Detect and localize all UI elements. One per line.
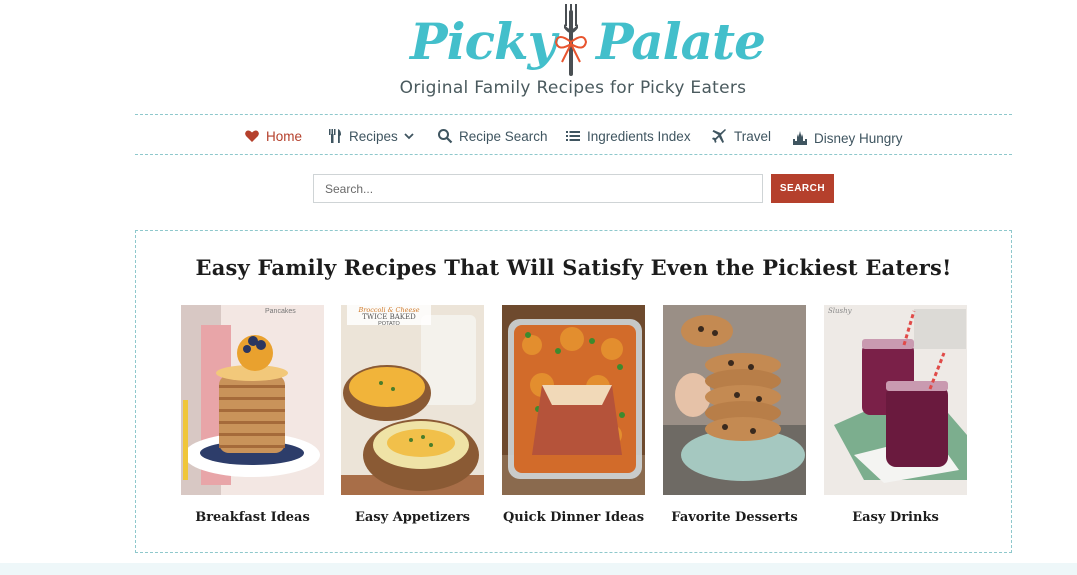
castle-icon xyxy=(793,131,807,145)
search-icon xyxy=(438,129,453,144)
heart-icon xyxy=(245,130,259,142)
nav-item-label: Disney Hungry xyxy=(814,130,903,146)
site-logo[interactable]: Picky Palate xyxy=(410,4,766,80)
category-card-dinner[interactable]: Quick Dinner Ideas xyxy=(502,305,645,525)
category-label: Easy Drinks xyxy=(852,510,939,525)
logo-word-palate: Palate xyxy=(596,12,766,71)
potato-caption-2: TWICE BAKED xyxy=(362,313,416,321)
nav-item-label: Ingredients Index xyxy=(587,128,691,144)
featured-categories: Easy Family Recipes That Will Satisfy Ev… xyxy=(135,230,1012,553)
category-card-desserts[interactable]: Favorite Desserts xyxy=(663,305,806,525)
drinks-caption: Slushy xyxy=(828,307,853,315)
casserole-image xyxy=(502,305,645,495)
category-label: Quick Dinner Ideas xyxy=(502,510,645,525)
nav-item-label: Travel xyxy=(734,128,772,144)
potato-caption-3: POTATO xyxy=(378,321,400,327)
pancakes-image: Pancakes xyxy=(181,305,324,495)
main-nav: Home Recipes Recipe Search Ingredients I… xyxy=(135,114,1012,155)
nav-item-label: Recipes xyxy=(349,128,398,144)
search-input[interactable] xyxy=(313,174,763,203)
plane-icon xyxy=(712,129,726,143)
nav-item-label: Recipe Search xyxy=(459,128,548,144)
nav-item-disney-hungry[interactable]: Disney Hungry xyxy=(792,128,903,148)
cookies-image xyxy=(663,305,806,495)
cutlery-icon xyxy=(329,129,341,143)
category-label: Easy Appetizers xyxy=(354,510,471,525)
nav-item-recipe-search[interactable]: Recipe Search xyxy=(437,126,548,146)
category-card-drinks[interactable]: Slushy Easy Drinks xyxy=(824,305,967,525)
berry-slushy-image: Slushy xyxy=(824,305,967,495)
nav-item-travel[interactable]: Travel xyxy=(712,126,771,146)
pancakes-caption: Pancakes xyxy=(265,308,296,315)
category-card-appetizers[interactable]: Broccoli & Cheese TWICE BAKED POTATO Eas… xyxy=(341,305,484,525)
site-tagline: Original Family Recipes for Picky Eaters xyxy=(399,78,747,98)
site-header: Picky Palate Original Family Recipes for… xyxy=(0,0,1077,112)
nav-item-label: Home xyxy=(266,128,303,144)
featured-title: Easy Family Recipes That Will Satisfy Ev… xyxy=(195,255,952,280)
category-label: Breakfast Ideas xyxy=(195,510,310,525)
nav-item-home[interactable]: Home xyxy=(244,126,302,146)
footer-band xyxy=(0,563,1077,575)
category-label: Favorite Desserts xyxy=(671,510,798,525)
logo-word-picky: Picky xyxy=(410,12,557,71)
nav-item-ingredients-index[interactable]: Ingredients Index xyxy=(565,126,691,146)
chevron-down-icon xyxy=(404,133,414,140)
search-button[interactable]: SEARCH xyxy=(771,174,834,203)
category-card-breakfast[interactable]: Pancakes Breakfast Ideas xyxy=(181,305,324,525)
fork-bow-icon xyxy=(554,4,588,76)
nav-item-recipes[interactable]: Recipes xyxy=(327,126,414,146)
twice-baked-potato-image: Broccoli & Cheese TWICE BAKED POTATO xyxy=(341,305,484,495)
list-icon xyxy=(566,131,580,141)
